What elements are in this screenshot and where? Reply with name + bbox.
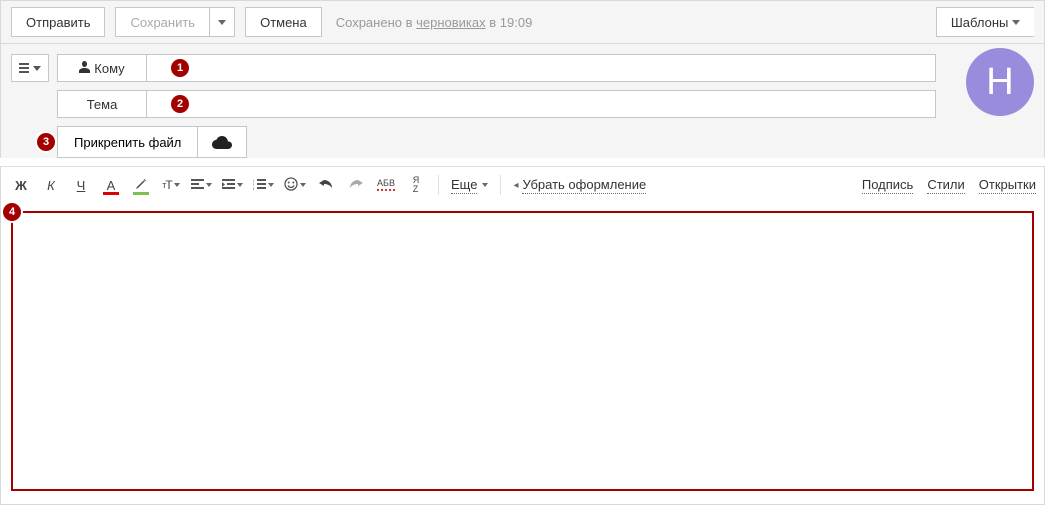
chevron-left-icon: ◂ [513,180,518,191]
font-color-button[interactable]: А [99,173,123,197]
menu-icon [19,63,29,73]
indent-button[interactable] [220,173,245,197]
separator [438,175,439,195]
attach-file-button[interactable]: Прикрепить файл [57,126,198,158]
italic-button[interactable]: К [39,173,63,197]
to-label-text: Кому [94,61,124,76]
list-button[interactable]: 123 [251,173,276,197]
separator [500,175,501,195]
save-button-group: Сохранить [115,7,235,37]
subject-input[interactable] [147,90,936,118]
annotation-badge-2: 2 [171,95,189,113]
attach-row: 3 Прикрепить файл [57,126,1034,158]
message-body-input[interactable] [11,211,1034,491]
body-wrap: 4 [0,203,1045,505]
undo-button[interactable] [314,173,338,197]
templates-button[interactable]: Шаблоны [936,7,1034,37]
redo-icon [349,178,363,193]
emoticon-button[interactable] [282,173,308,197]
annotation-badge-3: 3 [37,133,55,151]
subject-label-button[interactable]: Тема [57,90,147,118]
templates-button-group: Шаблоны [936,7,1034,37]
to-row: Кому 1 [11,54,936,82]
smile-icon [284,177,298,194]
more-formatting-button[interactable]: Еще [449,173,490,197]
styles-link[interactable]: Стили [927,177,964,194]
marker-icon [135,178,147,193]
send-button[interactable]: Отправить [11,7,105,37]
annotation-badge-4: 4 [3,203,21,221]
subject-row: Тема 2 [11,90,936,118]
to-label-button[interactable]: Кому [57,54,147,82]
attach-button-group: Прикрепить файл [57,126,247,158]
drafts-link[interactable]: черновиках [416,15,486,30]
align-button[interactable] [189,173,214,197]
font-size-button[interactable]: тТ [159,173,183,197]
compose-header: Н Кому 1 Тема 2 3 Прикрепить файл [0,44,1045,158]
underline-button[interactable]: Ч [69,173,93,197]
subject-label-text: Тема [87,97,118,112]
signature-link[interactable]: Подпись [862,177,913,194]
top-toolbar: Отправить Сохранить Отмена Сохранено в ч… [0,0,1045,44]
to-input[interactable] [147,54,936,82]
chevron-down-icon [1012,20,1020,25]
avatar: Н [966,48,1034,116]
bold-button[interactable]: Ж [9,173,33,197]
right-links: Подпись Стили Открытки [862,177,1036,194]
remove-formatting-button[interactable]: ◂ Убрать оформление [511,173,648,197]
cloud-icon [212,136,232,149]
attach-cloud-button[interactable] [198,126,247,158]
translit-button[interactable]: ЯZ [404,173,428,197]
save-dropdown-button[interactable] [209,7,235,37]
undo-icon [319,178,333,193]
spellcheck-icon: АБВ [377,179,395,191]
list-icon: 123 [253,178,266,193]
save-button[interactable]: Сохранить [115,7,209,37]
indent-icon [222,178,235,193]
translit-icon: ЯZ [413,176,420,194]
align-left-icon [191,178,204,193]
save-status: Сохранено в черновиках в 19:09 [336,15,533,30]
postcards-link[interactable]: Открытки [979,177,1036,194]
annotation-badge-1: 1 [171,59,189,77]
svg-text:3: 3 [253,186,255,190]
person-icon [79,61,90,76]
redo-button[interactable] [344,173,368,197]
format-toolbar: Ж К Ч А тТ 123 АБВ ЯZ Еще ◂ Убрать оформ… [0,166,1045,203]
chevron-down-icon [218,20,226,25]
cancel-button[interactable]: Отмена [245,7,322,37]
recipients-options-button[interactable] [11,54,49,82]
highlight-color-button[interactable] [129,173,153,197]
spellcheck-button[interactable]: АБВ [374,173,398,197]
chevron-down-icon [33,66,41,71]
